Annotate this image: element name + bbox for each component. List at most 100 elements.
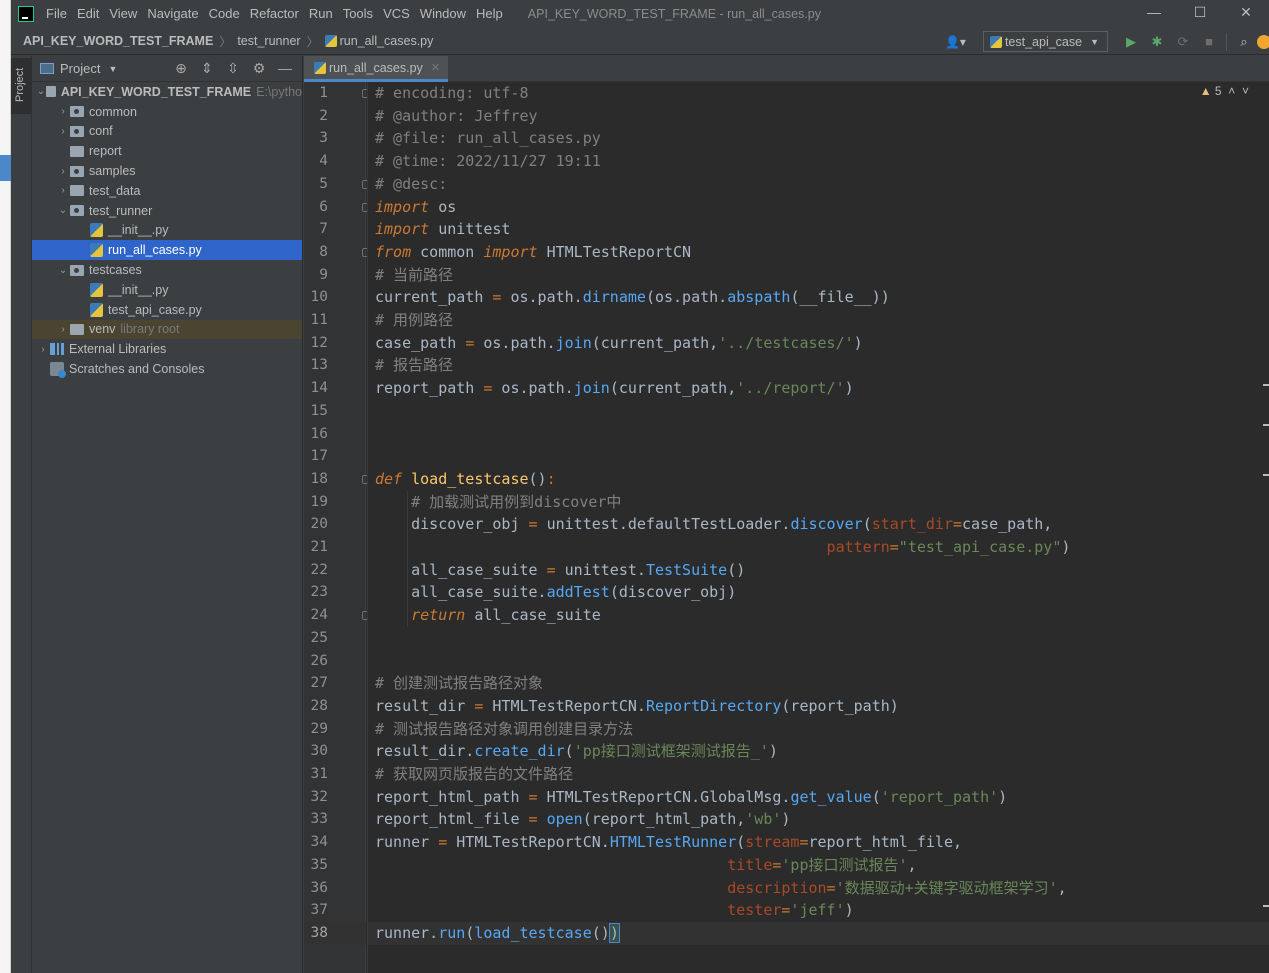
breadcrumb-file[interactable]: run_all_cases.py xyxy=(340,34,434,48)
tree-item-label: __init__.py xyxy=(108,223,169,238)
updates-icon[interactable] xyxy=(1257,34,1269,49)
chevron-right-icon[interactable]: › xyxy=(56,185,70,196)
tree-item[interactable]: ⌄ API_KEY_WORD_TEST_FRAME E:\pytho xyxy=(32,82,302,102)
code-line: # @file: run_all_cases.py xyxy=(375,127,601,150)
menu-edit[interactable]: Edit xyxy=(77,6,99,21)
run-config-selector[interactable]: test_api_case ▼ xyxy=(982,31,1108,52)
project-tool-tab[interactable]: Project xyxy=(11,58,32,114)
tree-item[interactable]: test_api_case.py xyxy=(32,300,302,320)
code-area[interactable]: ▲ 5 ˄ ˅ # encoding: utf-8 # @author: Jeff… xyxy=(367,82,1269,973)
menu-refactor[interactable]: Refactor xyxy=(250,6,299,21)
stop-icon[interactable]: ■ xyxy=(1196,34,1222,49)
line-number: 30 xyxy=(310,743,328,760)
tree-item[interactable]: __init__.py xyxy=(32,280,302,300)
line-number: 4 xyxy=(319,153,328,170)
editor-tab[interactable]: run_all_cases.py ✕ xyxy=(304,56,449,82)
collapse-all-icon[interactable]: ⇳ xyxy=(220,60,246,77)
close-icon[interactable]: ✕ xyxy=(1223,0,1269,27)
tree-item[interactable]: › common xyxy=(32,102,302,122)
menu-view[interactable]: View xyxy=(109,6,137,21)
tree-item-label: test_data xyxy=(89,183,141,198)
package-folder-icon xyxy=(70,264,84,276)
code-token: dirname xyxy=(582,288,646,307)
chevron-down-icon[interactable]: ⌄ xyxy=(56,205,70,216)
editor-tab-label: run_all_cases.py xyxy=(329,60,423,75)
chevron-right-icon[interactable]: › xyxy=(56,324,70,335)
error-stripe[interactable] xyxy=(1263,82,1269,973)
project-view-icon xyxy=(40,63,54,74)
chevron-right-icon[interactable]: › xyxy=(56,126,70,137)
run-icon[interactable]: ▶ xyxy=(1118,34,1144,50)
debug-icon[interactable]: ✱ xyxy=(1144,34,1170,50)
python-file-icon xyxy=(90,282,103,297)
menu-vcs[interactable]: VCS xyxy=(383,6,410,21)
tree-item[interactable]: Scratches and Consoles xyxy=(32,359,302,379)
folder-icon xyxy=(45,86,56,98)
chevron-right-icon[interactable]: › xyxy=(36,344,50,355)
gear-icon[interactable]: ⚙ xyxy=(246,60,272,77)
close-tab-icon[interactable]: ✕ xyxy=(431,61,440,74)
chevron-down-icon[interactable]: ⌄ xyxy=(36,86,46,97)
locate-icon[interactable]: ⊕ xyxy=(168,60,194,77)
menu-run[interactable]: Run xyxy=(309,6,333,21)
inspection-widget[interactable]: ▲ 5 ˄ ˅ xyxy=(1200,84,1249,98)
code-token: import xyxy=(375,197,430,216)
chevron-right-icon[interactable]: › xyxy=(56,106,70,117)
tree-item[interactable]: › conf xyxy=(32,122,302,142)
chevron-down-icon[interactable]: ⌄ xyxy=(56,265,70,276)
tree-item[interactable]: › test_data xyxy=(32,181,302,201)
code-token: = xyxy=(528,787,538,806)
expand-all-icon[interactable]: ⇕ xyxy=(194,60,220,77)
line-number: 19 xyxy=(310,493,328,510)
tree-item[interactable]: ⌄ test_runner xyxy=(32,201,302,221)
menu-tools[interactable]: Tools xyxy=(343,6,373,21)
code-token: : xyxy=(546,469,556,488)
menu-file[interactable]: File xyxy=(46,6,67,21)
code-token: # @time: 2022/11/27 19:11 xyxy=(375,152,601,171)
user-icon[interactable]: 👤▾ xyxy=(945,35,975,49)
tree-item[interactable]: ⌄ testcases xyxy=(32,260,302,280)
chevron-right-icon[interactable]: › xyxy=(56,166,70,177)
package-folder-icon xyxy=(70,125,84,137)
menu-help[interactable]: Help xyxy=(476,6,503,21)
maximize-icon[interactable]: ☐ xyxy=(1177,0,1223,27)
code-token: (current_path, xyxy=(609,379,737,398)
tree-item[interactable]: › External Libraries xyxy=(32,339,302,359)
code-token: = xyxy=(889,538,899,556)
breadcrumb-project[interactable]: API_KEY_WORD_TEST_FRAME xyxy=(23,34,213,48)
code-token: # 创建测试报告路径对象 xyxy=(375,674,544,693)
coverage-icon[interactable]: ⟳ xyxy=(1170,34,1196,50)
minimize-icon[interactable]: — xyxy=(1131,0,1177,27)
line-number: 10 xyxy=(310,289,328,306)
tree-item[interactable]: report xyxy=(32,141,302,161)
code-line: # @desc: xyxy=(375,173,447,196)
tree-item[interactable]: › venv library root xyxy=(32,319,302,340)
code-token: '../report/' xyxy=(736,379,845,398)
project-panel-header[interactable]: Project ▼ ⊕ ⇕ ⇳ ⚙ — xyxy=(32,56,302,82)
menu-code[interactable]: Code xyxy=(209,6,240,21)
folder-icon xyxy=(70,323,84,335)
project-panel-title: Project xyxy=(60,61,101,76)
breadcrumb-folder[interactable]: test_runner xyxy=(237,34,300,48)
code-token: = xyxy=(546,560,556,579)
tree-item-label: test_api_case.py xyxy=(108,302,202,317)
hide-icon[interactable]: — xyxy=(272,60,298,77)
tree-item[interactable]: run_all_cases.py xyxy=(32,240,302,261)
code-token: load_testcase xyxy=(411,469,529,488)
tree-item-label: common xyxy=(89,104,137,119)
search-icon[interactable]: ⌕ xyxy=(1231,34,1257,50)
tree-item[interactable]: › samples xyxy=(32,161,302,181)
code-token: os.path. xyxy=(474,333,556,352)
code-token: return xyxy=(411,606,466,625)
code-token: = xyxy=(465,333,475,352)
menu-window[interactable]: Window xyxy=(420,6,466,21)
code-token: report_html_file, xyxy=(808,833,963,852)
menu-navigate[interactable]: Navigate xyxy=(147,6,198,21)
tree-item-label: samples xyxy=(89,164,136,179)
tree-item[interactable]: __init__.py xyxy=(32,221,302,241)
window-controls: — ☐ ✕ xyxy=(1131,0,1269,27)
code-line: title='pp接口测试报告', xyxy=(375,854,916,877)
code-token: # @desc: xyxy=(375,174,448,193)
